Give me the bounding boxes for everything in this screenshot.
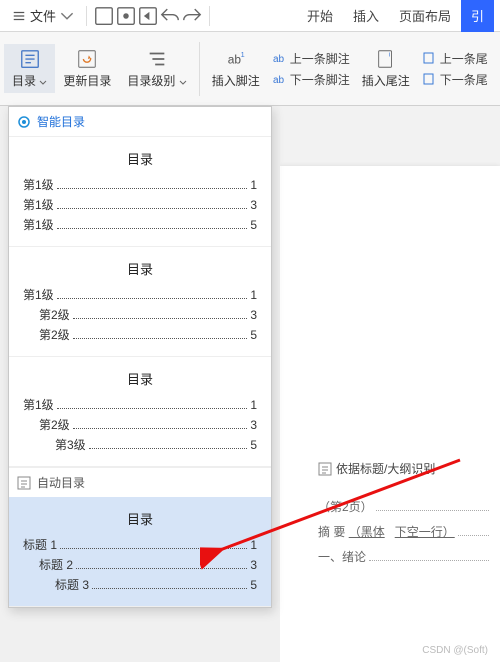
list-icon (318, 462, 332, 476)
toc-template-option[interactable]: 目录标题 11标题 23标题 35 (9, 497, 271, 607)
auto-toc-header: 自动目录 (9, 467, 271, 497)
file-menu[interactable]: 文件 (6, 2, 80, 29)
document-area (280, 106, 500, 662)
svg-text:ab: ab (273, 75, 285, 86)
hamburger-icon (12, 9, 26, 23)
update-toc-button[interactable]: 更新目录 (55, 44, 119, 93)
page[interactable] (280, 166, 500, 662)
undo-icon[interactable] (159, 5, 181, 27)
level-icon (146, 48, 168, 70)
redo-icon[interactable] (181, 5, 203, 27)
insert-footnote-button[interactable]: ab1 插入脚注 (204, 44, 268, 93)
toc-row: 第2级5 (23, 326, 257, 343)
smart-toc-header: 智能目录 (9, 107, 271, 137)
tool-icon-3[interactable] (137, 5, 159, 27)
next-footnote-button[interactable]: ab下一条脚注 (272, 71, 350, 88)
toc-template-option[interactable]: 目录第1级1第2级3第3级5 (9, 357, 271, 467)
separator (209, 6, 210, 26)
insert-endnote-button[interactable]: i 插入尾注 (354, 44, 418, 93)
menubar: 文件 开始 插入 页面布局 引 (0, 0, 500, 32)
smart-icon (17, 115, 31, 129)
toc-icon (19, 48, 41, 70)
refresh-icon (76, 48, 98, 70)
svg-text:ab: ab (273, 54, 285, 65)
footnote-icon: ab1 (225, 48, 247, 70)
toc-row: 第1级5 (23, 216, 257, 233)
toc-row: 标题 23 (23, 556, 257, 573)
toc-row: 第1级3 (23, 196, 257, 213)
toc-row: 第2级3 (23, 306, 257, 323)
toc-row: 标题 35 (23, 576, 257, 593)
prev-icon: ab (272, 51, 286, 65)
toc-level-button[interactable]: 目录级别 (119, 44, 194, 93)
tab-references[interactable]: 引 (461, 0, 494, 32)
next-endnote-button[interactable]: 下一条尾 (422, 71, 488, 88)
file-label: 文件 (30, 6, 56, 25)
doc-toc-preview: （第2页） 摘 要 （黑体 下空一行） 一、绪论 (318, 490, 492, 573)
next-icon: ab (272, 72, 286, 86)
ribbon: 目录 更新目录 目录级别 ab1 插入脚注 ab上一条脚注 ab下一条脚注 i … (0, 32, 500, 106)
toc-dropdown-panel: 智能目录 目录第1级1第1级3第1级5目录第1级1第2级3第2级5目录第1级1第… (8, 106, 272, 608)
watermark: CSDN @(Soft) (422, 645, 488, 656)
list-icon (17, 476, 31, 490)
tool-icon-1[interactable] (93, 5, 115, 27)
toc-row: 第3级5 (23, 436, 257, 453)
tab-layout[interactable]: 页面布局 (389, 0, 461, 32)
chevron-down-icon (60, 9, 74, 23)
tab-insert[interactable]: 插入 (343, 0, 389, 32)
toc-row: 第1级1 (23, 176, 257, 193)
svg-text:1: 1 (240, 50, 244, 59)
toc-row: 标题 11 (23, 536, 257, 553)
next-icon (422, 72, 436, 86)
prev-endnote-button[interactable]: 上一条尾 (422, 50, 488, 67)
toc-row: 第1级1 (23, 286, 257, 303)
toc-button[interactable]: 目录 (4, 44, 55, 93)
toc-template-option[interactable]: 目录第1级1第2级3第2级5 (9, 247, 271, 357)
endnote-icon: i (375, 48, 397, 70)
toc-row: 第2级3 (23, 416, 257, 433)
toc-row: 第1级1 (23, 396, 257, 413)
doc-toc-header: 依据标题/大纲识别 (318, 460, 500, 477)
prev-icon (422, 51, 436, 65)
tool-icon-2[interactable] (115, 5, 137, 27)
svg-text:i: i (389, 51, 390, 58)
prev-footnote-button[interactable]: ab上一条脚注 (272, 50, 350, 67)
tab-start[interactable]: 开始 (297, 0, 343, 32)
separator (86, 6, 87, 26)
toc-template-option[interactable]: 目录第1级1第1级3第1级5 (9, 137, 271, 247)
svg-text:ab: ab (227, 53, 241, 67)
